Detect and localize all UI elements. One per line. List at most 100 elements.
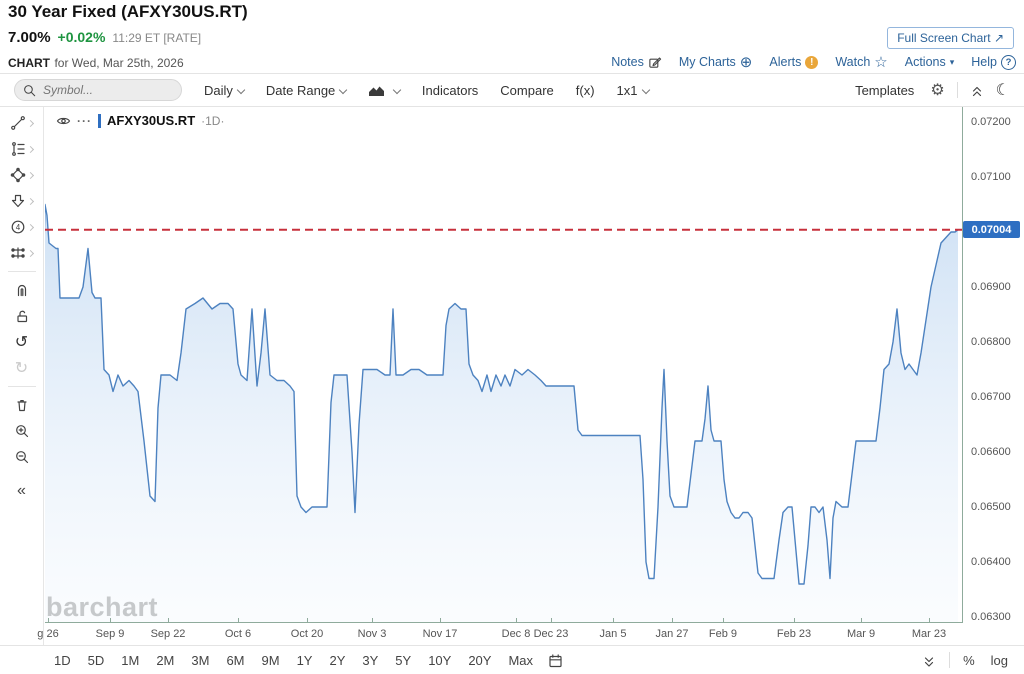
symbol-search-input[interactable] xyxy=(41,82,155,98)
range-button-1M[interactable]: 1M xyxy=(120,651,140,670)
lock-drawings-button[interactable] xyxy=(0,303,43,329)
series-more-menu[interactable]: ··· xyxy=(77,114,92,128)
range-button-6M[interactable]: 6M xyxy=(225,651,245,670)
y-axis-label: 0.06900 xyxy=(971,281,1023,293)
x-axis-label: Jan 5 xyxy=(585,628,641,640)
chart-type-dropdown[interactable] xyxy=(368,83,400,98)
magnet-mode-button[interactable] xyxy=(0,277,43,303)
notes-link[interactable]: Notes xyxy=(611,55,662,69)
zoom-out-icon xyxy=(14,449,30,465)
collapse-toolbar-button[interactable] xyxy=(970,82,984,98)
x-axis-line xyxy=(45,622,963,623)
unlock-icon xyxy=(14,308,30,324)
area-chart-type-icon xyxy=(368,83,385,98)
expand-range-bar-button[interactable] xyxy=(922,652,936,668)
compare-button[interactable]: Compare xyxy=(500,83,553,98)
range-button-9M[interactable]: 9M xyxy=(261,651,281,670)
diamond-shape-icon xyxy=(10,167,26,183)
measure-pattern-icon xyxy=(10,245,26,261)
sidebar-divider xyxy=(8,386,36,387)
submenu-arrow-icon xyxy=(27,249,34,256)
chart-settings-button[interactable]: ⚙ xyxy=(930,80,944,100)
x-axis-label: Dec 23 xyxy=(523,628,579,640)
period-dropdown[interactable]: Daily xyxy=(204,83,244,98)
calendar-icon xyxy=(548,653,563,668)
annotations-tool-button[interactable]: 4 xyxy=(0,214,43,240)
dark-mode-toggle[interactable]: ☾ xyxy=(996,80,1010,100)
functions-label: f(x) xyxy=(576,83,595,98)
range-button-5Y[interactable]: 5Y xyxy=(394,651,412,670)
x-axis-label: Sep 22 xyxy=(140,628,196,640)
percent-scale-button[interactable]: % xyxy=(963,653,975,668)
help-circle-icon: ? xyxy=(1001,55,1016,70)
range-button-10Y[interactable]: 10Y xyxy=(427,651,452,670)
shapes-tool-button[interactable] xyxy=(0,162,43,188)
delete-drawings-button[interactable] xyxy=(0,392,43,418)
price-chart-plot[interactable] xyxy=(45,110,962,622)
watch-link[interactable]: Watch ☆ xyxy=(835,53,887,71)
range-button-2M[interactable]: 2M xyxy=(155,651,175,670)
notes-label: Notes xyxy=(611,55,644,69)
barchart-watermark: barchart xyxy=(46,592,158,623)
log-scale-button[interactable]: log xyxy=(991,653,1008,668)
range-button-1D[interactable]: 1D xyxy=(53,651,72,670)
range-toolbar: 1D 5D 1M 2M 3M 6M 9M 1Y 2Y 3Y 5Y 10Y 20Y Max % log xyxy=(0,646,1024,674)
chevron-down-icon xyxy=(393,85,401,93)
x-axis-label: Sep 9 xyxy=(82,628,138,640)
indicators-button[interactable]: Indicators xyxy=(422,83,478,98)
symbol-search-box[interactable] xyxy=(14,79,182,101)
x-axis-tickmark xyxy=(723,618,724,623)
full-screen-chart-label: Full Screen Chart xyxy=(897,31,990,45)
range-button-2Y[interactable]: 2Y xyxy=(328,651,346,670)
help-link[interactable]: Help ? xyxy=(971,55,1016,70)
date-range-dropdown[interactable]: Date Range xyxy=(266,83,346,98)
range-button-Max[interactable]: Max xyxy=(507,651,534,670)
zoom-in-button[interactable] xyxy=(0,418,43,444)
actions-link[interactable]: Actions ▾ xyxy=(905,55,955,69)
sidebar-divider xyxy=(8,271,36,272)
bottombar-divider xyxy=(949,652,950,668)
collapse-sidebar-button[interactable]: « xyxy=(0,478,43,504)
alerts-link[interactable]: Alerts ! xyxy=(769,55,818,69)
alert-badge-icon: ! xyxy=(805,56,818,69)
redo-button-disabled[interactable]: ↻ xyxy=(0,355,43,381)
layout-dropdown[interactable]: 1x1 xyxy=(617,83,649,98)
plus-circle-icon: ⊕ xyxy=(740,53,753,71)
range-button-5D[interactable]: 5D xyxy=(87,651,106,670)
submenu-arrow-icon xyxy=(27,119,34,126)
range-button-3M[interactable]: 3M xyxy=(190,651,210,670)
y-axis-label: 0.06500 xyxy=(971,501,1023,513)
my-charts-link[interactable]: My Charts ⊕ xyxy=(679,53,753,71)
x-axis-label: Nov 3 xyxy=(344,628,400,640)
range-button-20Y[interactable]: 20Y xyxy=(467,651,492,670)
functions-button[interactable]: f(x) xyxy=(576,83,595,98)
custom-date-button[interactable] xyxy=(548,652,563,668)
drawing-tools-sidebar: 4 ↺ ↻ « xyxy=(0,107,44,645)
range-button-3Y[interactable]: 3Y xyxy=(361,651,379,670)
x-axis-label: Mar 23 xyxy=(901,628,957,640)
arrow-tool-button[interactable] xyxy=(0,188,43,214)
series-legend[interactable]: ··· AFXY30US.RT ·1D· xyxy=(56,113,224,128)
watch-label: Watch xyxy=(835,55,870,69)
last-price-axis-label: 0.07004 xyxy=(963,221,1020,238)
undo-button[interactable]: ↺ xyxy=(0,329,43,355)
fibonacci-tool-button[interactable] xyxy=(0,136,43,162)
measure-tool-button[interactable] xyxy=(0,240,43,266)
trendline-tool-button[interactable] xyxy=(0,110,43,136)
series-color-bar xyxy=(98,114,101,128)
full-screen-chart-button[interactable]: Full Screen Chart ↗ xyxy=(887,27,1014,49)
x-axis-tickmark xyxy=(168,618,169,623)
x-axis-label: Mar 9 xyxy=(833,628,889,640)
eye-visibility-icon[interactable] xyxy=(56,114,71,128)
y-axis-label: 0.06300 xyxy=(971,611,1023,623)
submenu-arrow-icon xyxy=(27,171,34,178)
trendline-icon xyxy=(10,115,26,131)
range-button-1Y[interactable]: 1Y xyxy=(296,651,314,670)
chevron-down-icon xyxy=(339,85,347,93)
actions-label: Actions xyxy=(905,55,946,69)
x-axis-label: Oct 6 xyxy=(210,628,266,640)
x-axis-label: Nov 17 xyxy=(412,628,468,640)
templates-button[interactable]: Templates xyxy=(855,83,914,98)
zoom-out-button[interactable] xyxy=(0,444,43,470)
chevrons-down-icon xyxy=(922,654,936,668)
